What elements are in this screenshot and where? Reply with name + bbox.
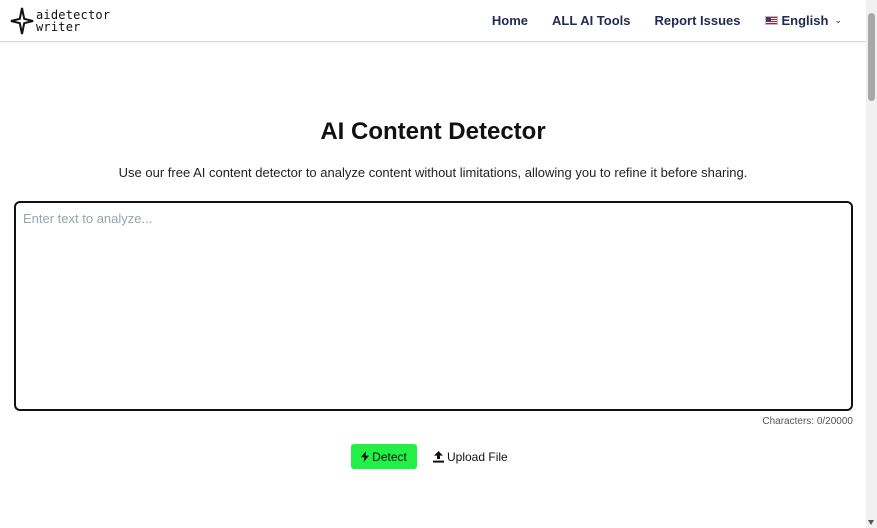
page-title: AI Content Detector: [320, 118, 546, 145]
logo[interactable]: aidetector writer: [10, 6, 110, 36]
upload-icon: [433, 450, 444, 463]
language-label: English: [781, 13, 829, 28]
nav-all-ai-tools[interactable]: ALL AI Tools: [552, 13, 630, 28]
scrollbar-thumb[interactable]: [868, 13, 875, 101]
character-count: Characters: 0/20000: [762, 416, 853, 427]
upload-label: Upload File: [447, 449, 508, 464]
text-input[interactable]: [14, 201, 853, 411]
us-flag-icon: [764, 16, 778, 25]
scroll-down-arrow-icon[interactable]: [868, 520, 874, 525]
header: aidetector writer Home ALL AI Tools Repo…: [0, 0, 866, 42]
logo-line2: writer: [36, 20, 81, 34]
logo-text: aidetector writer: [36, 9, 110, 33]
detect-label: Detect: [372, 449, 407, 464]
page-subtitle: Use our free AI content detector to anal…: [118, 165, 748, 180]
lightning-icon: [361, 451, 370, 462]
chevron-down-icon: ⌄: [834, 15, 842, 25]
nav-home[interactable]: Home: [492, 13, 528, 28]
page: aidetector writer Home ALL AI Tools Repo…: [0, 0, 877, 528]
detect-button[interactable]: Detect: [351, 444, 417, 469]
upload-file-button[interactable]: Upload File: [433, 444, 508, 469]
language-selector[interactable]: English ⌄: [764, 13, 842, 28]
scrollbar[interactable]: [866, 0, 877, 528]
nav-report-issues[interactable]: Report Issues: [655, 13, 741, 28]
main-nav: Home ALL AI Tools Report Issues English …: [468, 13, 842, 28]
logo-sparkle-icon: [10, 7, 34, 35]
